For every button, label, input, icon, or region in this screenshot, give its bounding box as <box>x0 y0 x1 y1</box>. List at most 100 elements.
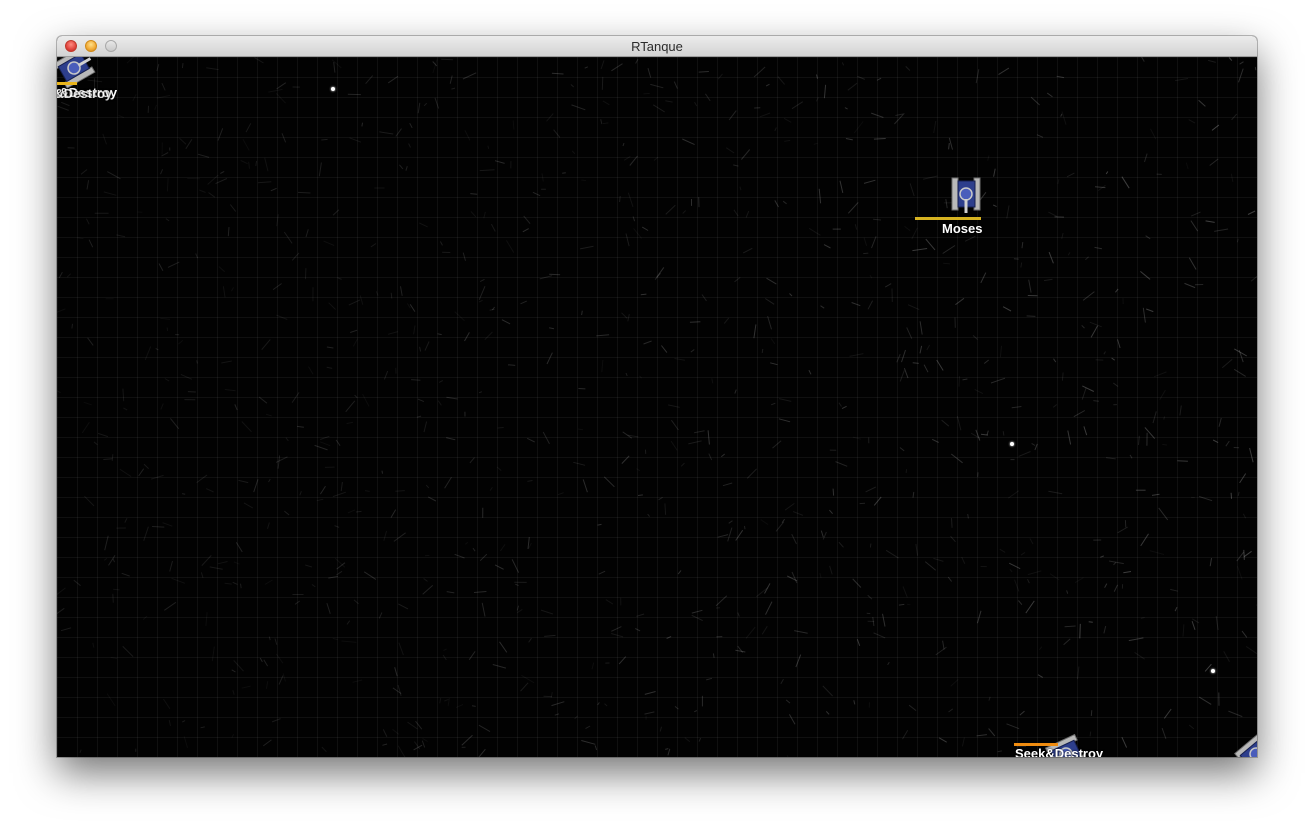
ground-scratch <box>1113 382 1119 387</box>
ground-scratch <box>245 123 252 133</box>
ground-scratch <box>785 699 791 704</box>
ground-scratch <box>520 682 529 692</box>
ground-scratch <box>907 304 920 311</box>
ground-scratch <box>79 749 82 753</box>
ground-scratch <box>1088 621 1093 623</box>
ground-scratch <box>737 645 744 653</box>
ground-scratch <box>541 173 544 182</box>
ground-scratch <box>948 708 954 713</box>
ground-scratch <box>902 586 908 598</box>
ground-scratch <box>57 390 61 394</box>
ground-scratch <box>632 216 636 222</box>
ground-scratch <box>1175 78 1188 82</box>
ground-scratch <box>1061 111 1067 125</box>
ground-scratch <box>737 612 740 617</box>
ground-scratch <box>550 692 553 699</box>
ground-scratch <box>208 192 216 198</box>
ground-scratch <box>407 721 418 730</box>
ground-scratch <box>698 71 709 73</box>
ground-scratch <box>765 83 770 87</box>
ground-scratch <box>635 58 639 64</box>
arena-ground-texture <box>57 57 1257 757</box>
ground-scratch <box>691 614 703 622</box>
ground-scratch <box>527 480 533 482</box>
ground-scratch <box>126 57 135 64</box>
ground-scratch <box>621 455 630 464</box>
ground-scratch <box>596 334 610 337</box>
ground-scratch <box>93 441 98 446</box>
ground-scratch <box>1048 251 1054 264</box>
ground-scratch <box>423 102 428 107</box>
ground-scratch <box>912 491 915 498</box>
ground-scratch <box>390 509 397 518</box>
ground-scratch <box>58 271 63 279</box>
ground-scratch <box>869 275 873 279</box>
ground-scratch <box>240 160 248 165</box>
ground-scratch <box>179 137 187 145</box>
ground-scratch <box>829 565 833 575</box>
ground-scratch <box>922 175 938 180</box>
ground-scratch <box>185 139 193 150</box>
ground-scratch <box>938 737 947 743</box>
ground-scratch <box>397 745 406 757</box>
ground-scratch <box>931 438 939 443</box>
ground-scratch <box>845 138 853 141</box>
ground-scratch <box>753 66 766 78</box>
ground-scratch <box>791 533 797 545</box>
ground-scratch <box>990 377 1006 384</box>
ground-scratch <box>229 204 237 212</box>
ground-scratch <box>526 437 535 443</box>
ground-scratch <box>951 518 953 528</box>
ground-scratch <box>733 164 739 167</box>
ground-scratch <box>382 743 388 746</box>
ground-scratch <box>1064 625 1076 628</box>
ground-scratch <box>1184 282 1196 289</box>
ground-scratch <box>643 340 652 345</box>
ground-scratch <box>562 172 566 174</box>
ground-scratch <box>670 419 679 431</box>
ground-scratch <box>581 740 596 745</box>
ground-scratch <box>381 470 383 474</box>
ground-scratch <box>382 729 388 738</box>
ground-scratch <box>764 583 771 594</box>
ground-scratch <box>863 179 876 184</box>
ground-scratch <box>822 685 833 697</box>
ground-scratch <box>1185 162 1189 170</box>
ground-scratch <box>1170 588 1179 592</box>
ground-scratch <box>782 200 787 205</box>
ground-scratch <box>346 620 351 625</box>
battle-arena: Seek&Destroy Seek&Destroy Moses <box>57 57 1257 757</box>
ground-scratch <box>222 286 226 298</box>
ground-scratch <box>422 585 434 595</box>
ground-scratch <box>573 461 586 466</box>
ground-scratch <box>708 453 713 461</box>
ground-scratch <box>788 714 796 725</box>
ground-scratch <box>515 583 519 587</box>
ground-scratch <box>1152 411 1157 424</box>
ground-scratch <box>1241 630 1248 638</box>
ground-scratch <box>1066 172 1075 178</box>
ground-scratch <box>1105 171 1109 175</box>
ground-scratch <box>1061 372 1064 381</box>
ground-scratch <box>468 651 476 661</box>
ground-scratch <box>673 81 678 89</box>
ground-scratch <box>80 169 88 175</box>
ground-scratch <box>1242 513 1247 519</box>
ground-scratch <box>783 117 792 123</box>
ground-scratch <box>715 595 728 607</box>
ground-scratch <box>580 245 594 250</box>
ground-scratch <box>464 541 469 545</box>
ground-scratch <box>741 149 751 160</box>
ground-scratch <box>885 549 899 559</box>
ground-scratch <box>496 466 502 471</box>
ground-scratch <box>340 481 343 492</box>
ground-scratch <box>720 453 726 458</box>
ground-scratch <box>220 170 225 174</box>
ground-scratch <box>553 129 561 138</box>
ground-scratch <box>876 77 882 81</box>
title-bar[interactable]: RTanque <box>57 36 1257 57</box>
ground-scratch <box>81 421 90 434</box>
ground-scratch <box>494 564 504 570</box>
ground-scratch <box>454 553 465 559</box>
ground-scratch <box>635 628 641 632</box>
